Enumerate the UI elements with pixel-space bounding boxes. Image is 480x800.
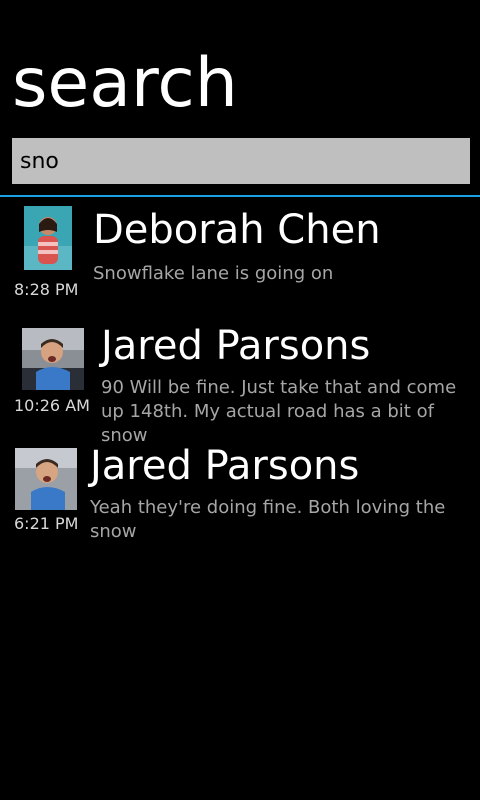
message-time: 10:26 AM: [14, 396, 90, 415]
message-result[interactable]: 8:28 PM Deborah Chen Snowflake lane is g…: [0, 206, 480, 306]
message-time: 8:28 PM: [14, 280, 79, 299]
message-result[interactable]: 10:26 AM Jared Parsons 90 Will be fine. …: [0, 323, 480, 446]
contact-photo-icon: [24, 206, 72, 270]
contact-photo-icon: [15, 448, 77, 510]
message-snippet: Yeah they're doing fine. Both loving the…: [90, 497, 446, 542]
search-divider: [0, 195, 480, 197]
message-time: 6:21 PM: [14, 514, 79, 533]
message-snippet: 90 Will be fine. Just take that and come…: [101, 377, 457, 446]
contact-name: Jared Parsons: [90, 443, 360, 489]
contact-photo-icon: [22, 328, 84, 390]
contact-name: Jared Parsons: [101, 323, 371, 369]
page-title: search: [12, 44, 238, 123]
message-snippet: Snowflake lane is going on: [93, 263, 334, 284]
contact-name: Deborah Chen: [93, 207, 381, 253]
message-result[interactable]: 6:21 PM Jared Parsons Yeah they're doing…: [0, 443, 480, 550]
search-input[interactable]: [12, 138, 470, 184]
